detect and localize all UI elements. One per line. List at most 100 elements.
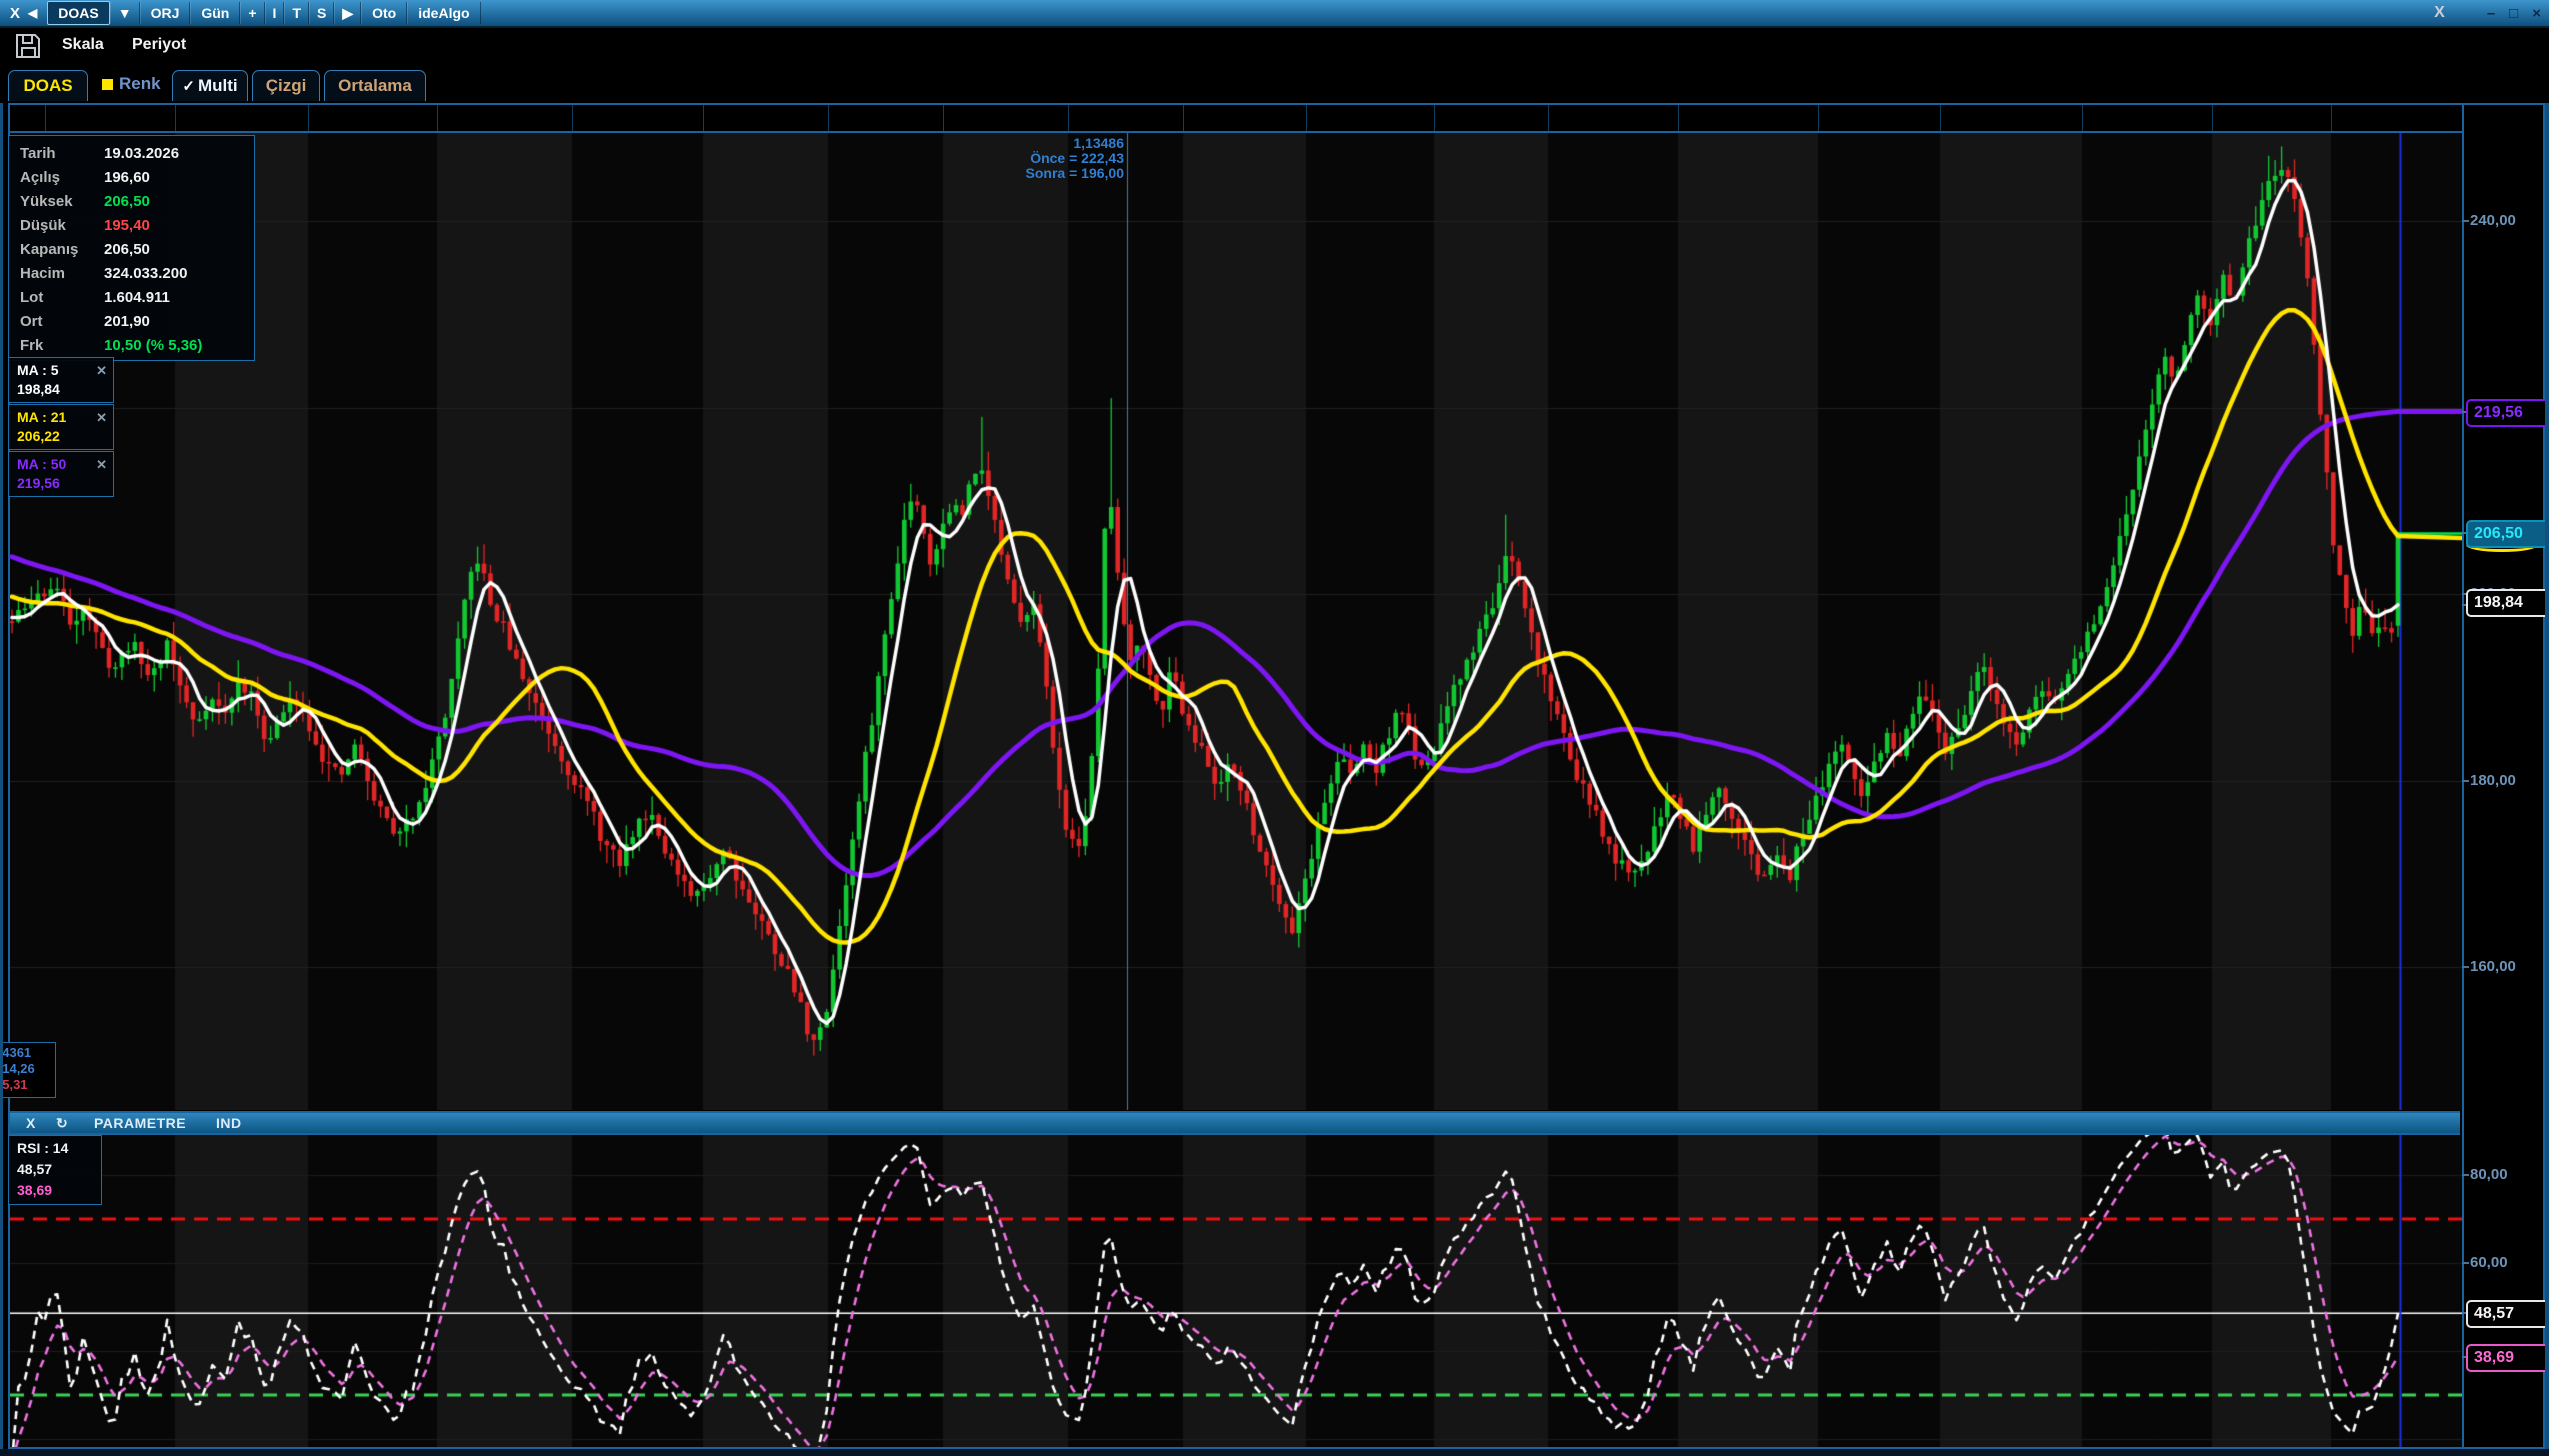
parametre-menu[interactable]: PARAMETRE — [94, 1115, 186, 1131]
symbol-dropdown-button[interactable]: ▼ — [110, 2, 140, 24]
renk-toggle[interactable]: Renk — [102, 74, 161, 94]
window-frame-bottom — [0, 1449, 2549, 1456]
indicator-close-button[interactable]: X — [26, 1115, 35, 1131]
month-separator — [45, 105, 46, 131]
tab-gun[interactable]: Gün — [190, 2, 240, 24]
ma50-close-icon[interactable]: ✕ — [96, 455, 107, 474]
tab-orj[interactable]: ORJ — [140, 2, 191, 24]
plus-button[interactable]: + — [240, 2, 264, 24]
ma5-close-icon[interactable]: ✕ — [96, 361, 107, 380]
tab-ortalama[interactable]: Ortalama — [324, 70, 426, 101]
month-separator — [1306, 105, 1307, 131]
refresh-icon[interactable]: ↻ — [56, 1115, 68, 1132]
tab-doas[interactable]: DOAS — [47, 1, 109, 25]
ma5-name: MA : 5 — [17, 362, 58, 378]
minimize-button[interactable]: – — [2487, 5, 2495, 22]
month-separator — [175, 105, 176, 131]
price-tickmark — [2462, 966, 2469, 968]
info-label: Frk — [9, 337, 104, 354]
month-separator — [2082, 105, 2083, 131]
ma21-close-icon[interactable]: ✕ — [96, 408, 107, 427]
main-chart-canvas[interactable] — [10, 133, 2462, 1110]
info-value: 196,60 — [104, 169, 150, 186]
save-button[interactable] — [14, 32, 42, 60]
menu-skala[interactable]: Skala — [62, 36, 104, 54]
month-separator — [1548, 105, 1549, 131]
month-separator — [943, 105, 944, 131]
month-separator — [828, 105, 829, 131]
annotation-value: 1,13486 — [952, 136, 1124, 151]
window-frame-right — [2545, 0, 2549, 1456]
price-tick: 240,00 — [2470, 212, 2516, 229]
ma21-legend-box: MA : 21 ✕ 206,22 — [8, 404, 114, 450]
info-label: Kapanış — [9, 241, 104, 258]
price-tick: 180,00 — [2470, 772, 2516, 789]
checkmark-icon: ✓ — [182, 77, 195, 95]
rsi-signal-value: 38,69 — [17, 1180, 101, 1201]
ind-menu[interactable]: IND — [216, 1115, 242, 1131]
info-label: Düşük — [9, 217, 104, 234]
tab-multi[interactable]: ✓ Multi — [172, 70, 248, 101]
clipped-indicator-labels: 04361 214,26 05,31 — [0, 1042, 56, 1098]
close-button[interactable]: × — [2532, 5, 2541, 22]
month-separator — [703, 105, 704, 131]
menu-toolbar: Skala Periyot — [0, 28, 2549, 66]
panel-close-button[interactable]: X — [10, 5, 20, 22]
info-label: Yüksek — [9, 193, 104, 210]
month-separator — [572, 105, 573, 131]
maximize-button[interactable]: □ — [2509, 5, 2518, 22]
ma50-legend-box: MA : 50 ✕ 219,56 — [8, 451, 114, 497]
info-label: Ort — [9, 313, 104, 330]
axis-box-rsi-signal: 38,69 — [2466, 1344, 2549, 1372]
multi-label: Multi — [198, 76, 238, 96]
chart-tabbar: DOAS Renk ✓ Multi Çizgi Ortalama — [0, 66, 2549, 103]
price-tickmark — [2462, 220, 2469, 222]
indicator-panel-header: X ↻ PARAMETRE IND — [10, 1111, 2460, 1135]
info-value: 206,50 — [104, 193, 150, 210]
axis-box-rsi: 48,57 — [2466, 1300, 2549, 1328]
split-annotation: 1,13486 Önce = 222,43 Sonra = 196,00 — [952, 136, 1124, 181]
back-arrow-icon[interactable]: ◀ — [28, 6, 37, 20]
info-value: 195,40 — [104, 217, 150, 234]
info-value: 1.604.911 — [104, 289, 170, 306]
month-separator — [308, 105, 309, 131]
t-tool-button[interactable]: T — [284, 2, 309, 24]
month-separator — [437, 105, 438, 131]
forward-arrow-button[interactable]: ▶ — [334, 2, 361, 24]
price-tickmark — [2462, 780, 2469, 782]
quote-info-panel: Tarih19.03.2026 Açılış196,60 Yüksek206,5… — [8, 135, 255, 361]
month-separator — [1434, 105, 1435, 131]
tab-cizgi[interactable]: Çizgi — [252, 70, 320, 101]
month-separator — [1678, 105, 1679, 131]
info-value: 19.03.2026 — [104, 145, 179, 162]
symbol-tab-doas[interactable]: DOAS — [8, 70, 88, 101]
rsi-legend-box: RSI : 14 48,57 38,69 — [8, 1135, 102, 1205]
info-value: 10,50 (% 5,36) — [104, 337, 202, 354]
month-separator — [2212, 105, 2213, 131]
rsi-panel-canvas[interactable] — [10, 1133, 2462, 1447]
month-separator — [1183, 105, 1184, 131]
i-tool-button[interactable]: I — [265, 2, 285, 24]
ma5-legend-box: MA : 5 ✕ 198,84 — [8, 357, 114, 403]
clipped-label: 214,26 — [0, 1061, 55, 1077]
detach-x-button[interactable]: X — [2434, 4, 2445, 22]
month-separator — [2331, 105, 2332, 131]
s-tool-button[interactable]: S — [309, 2, 334, 24]
ma5-value: 198,84 — [17, 380, 113, 399]
clipped-label: 05,31 — [0, 1077, 55, 1093]
rsi-tick: 80,00 — [2470, 1166, 2508, 1183]
tab-idealgo[interactable]: ideAlgo — [407, 2, 480, 24]
menu-periyot[interactable]: Periyot — [132, 36, 186, 54]
rsi-tick: 60,00 — [2470, 1254, 2508, 1271]
ma21-name: MA : 21 — [17, 409, 66, 425]
month-separator — [1818, 105, 1819, 131]
month-axis-header — [8, 103, 2545, 133]
month-separator — [1068, 105, 1069, 131]
tab-oto[interactable]: Oto — [361, 2, 407, 24]
renk-label: Renk — [119, 74, 161, 94]
axis-box-ma5: 198,84 — [2466, 589, 2549, 617]
rsi-value: 48,57 — [17, 1159, 101, 1180]
info-value: 201,90 — [104, 313, 150, 330]
month-separator — [1940, 105, 1941, 131]
info-label: Lot — [9, 289, 104, 306]
